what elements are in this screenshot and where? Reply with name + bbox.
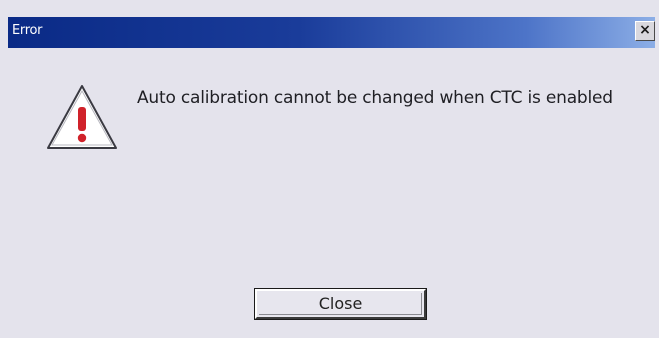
error-message: Auto calibration cannot be changed when …: [137, 88, 613, 108]
close-button[interactable]: Close: [254, 288, 427, 320]
close-icon[interactable]: ×: [635, 21, 655, 41]
window-title: Error: [12, 23, 43, 38]
warning-icon: [47, 85, 117, 149]
close-button-label: Close: [318, 294, 363, 313]
title-bar[interactable]: Error ×: [8, 17, 655, 48]
error-dialog: Error × Auto calibration cannot be chang…: [0, 0, 659, 338]
